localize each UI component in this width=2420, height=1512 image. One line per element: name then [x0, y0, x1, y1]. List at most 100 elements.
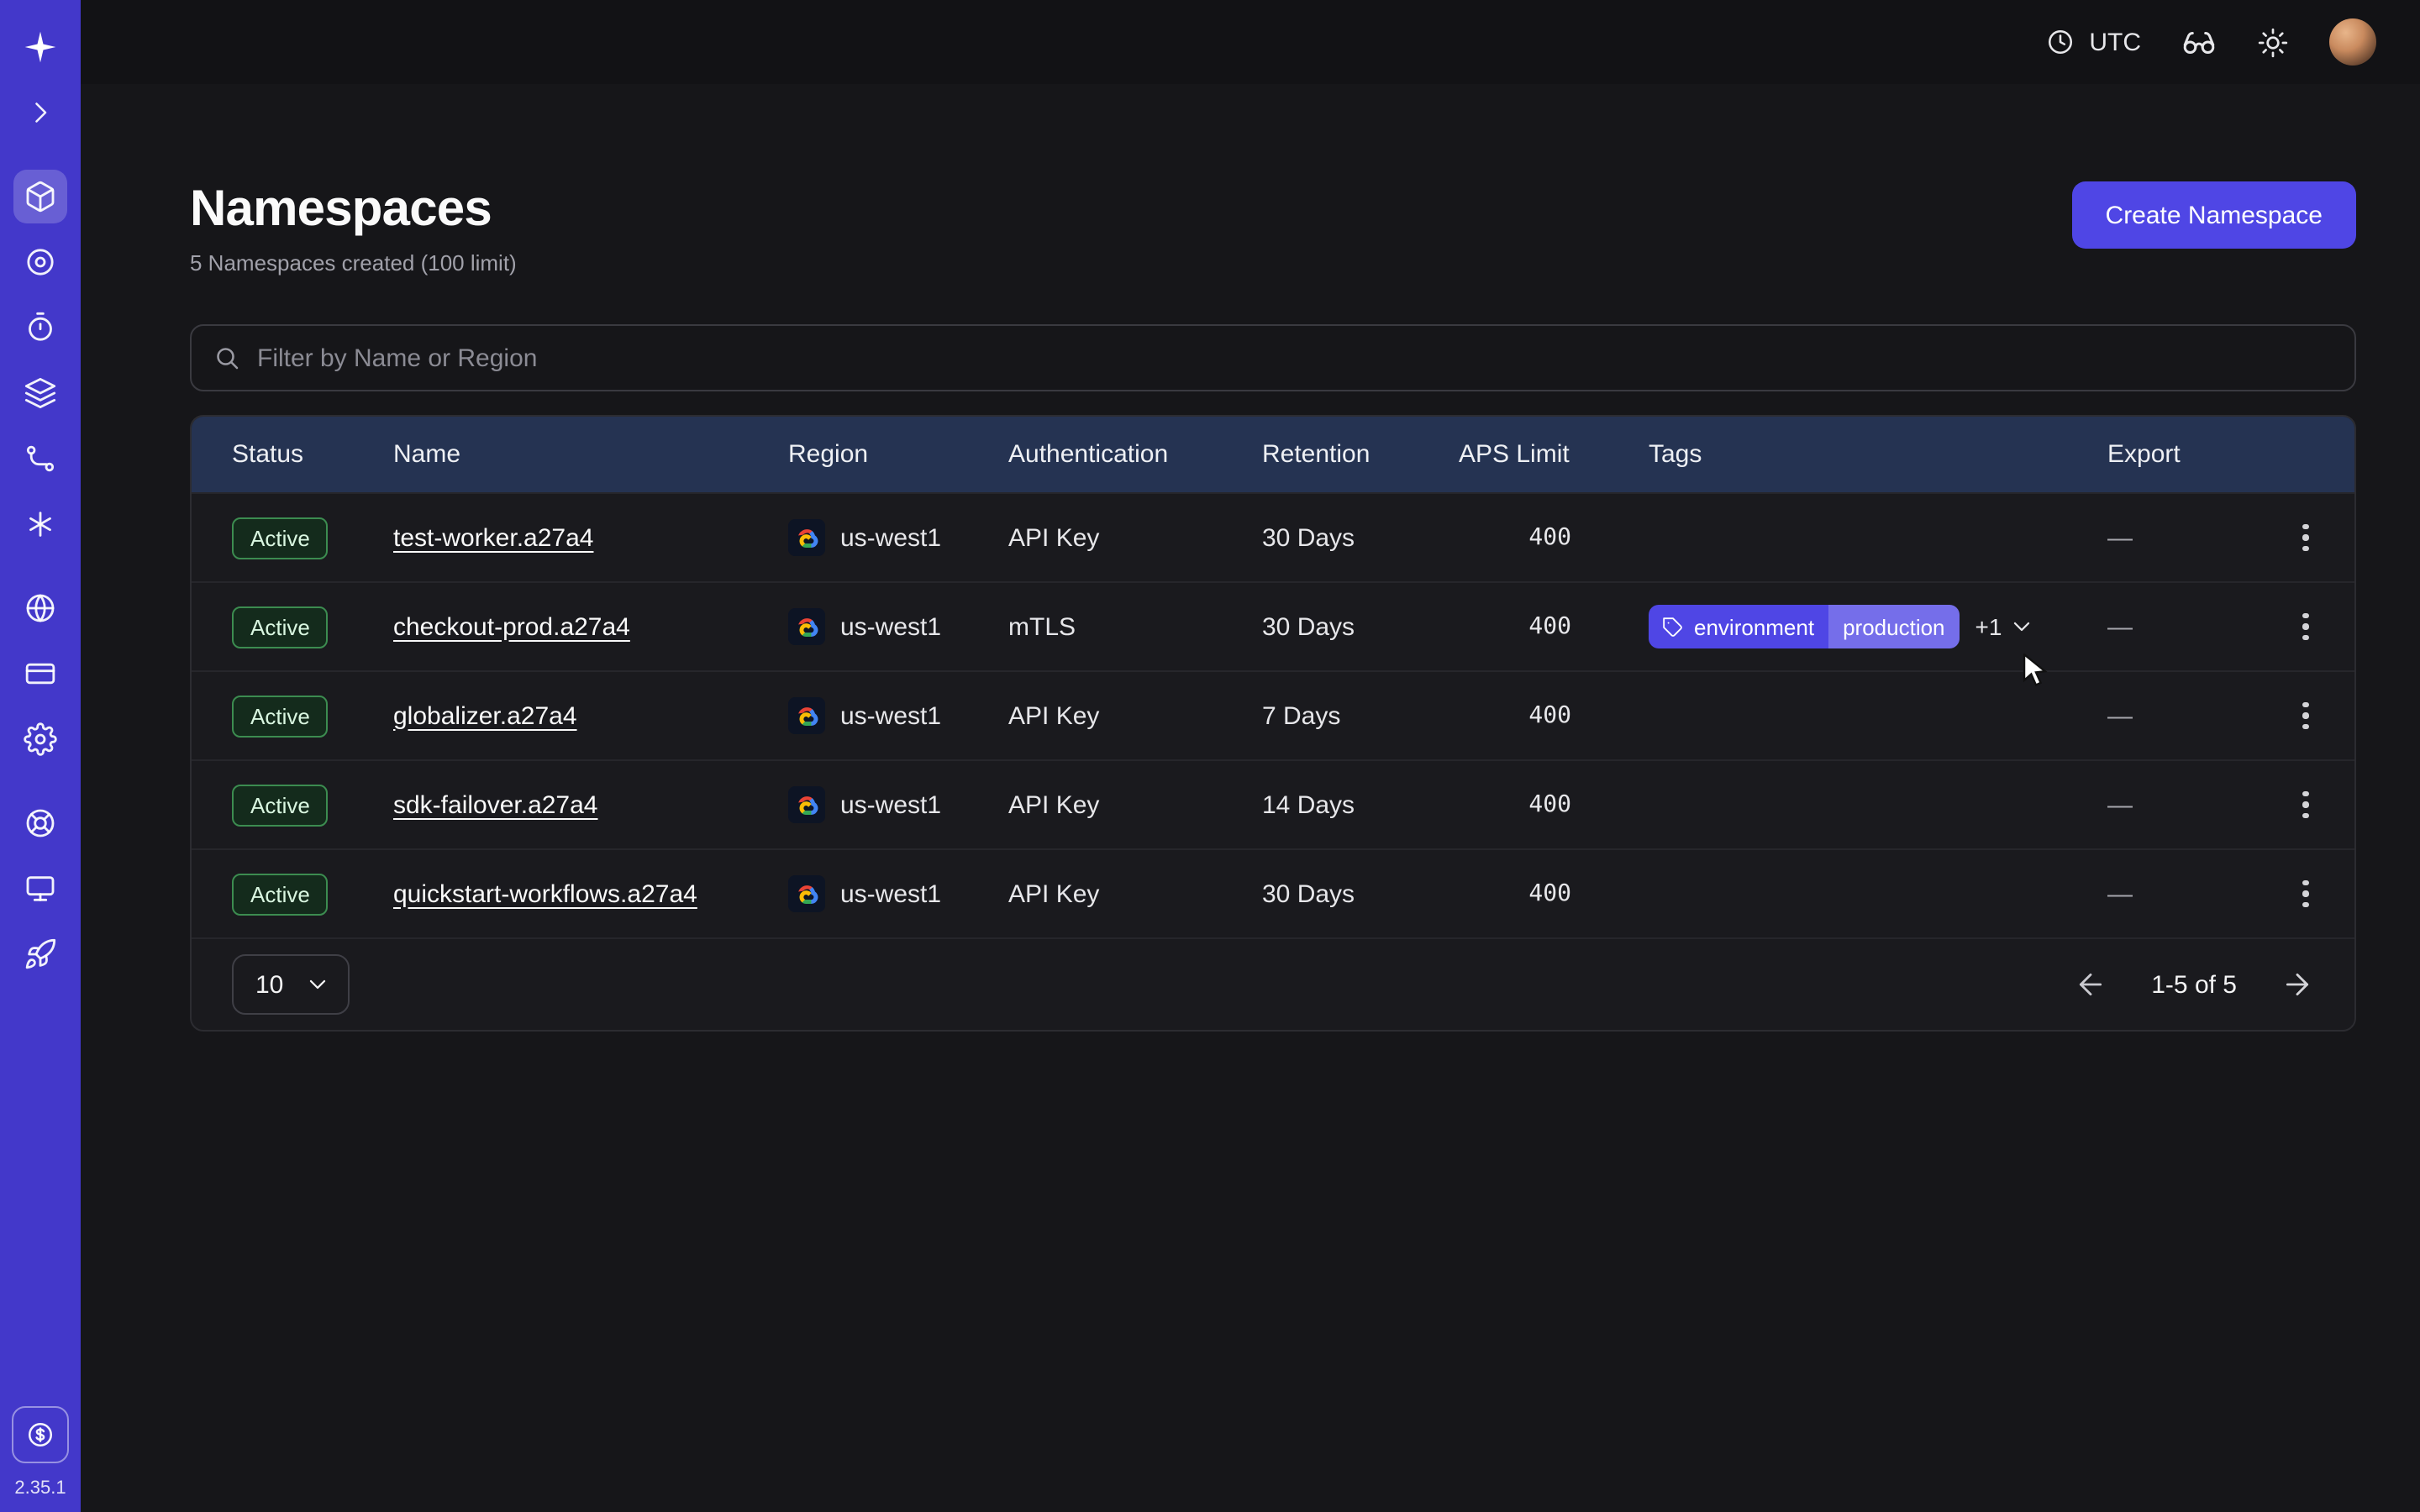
timezone-selector[interactable]: UTC: [2045, 27, 2141, 57]
asterisk-icon: [24, 507, 57, 541]
row-menu-button[interactable]: [2281, 601, 2331, 652]
region-label: us-west1: [840, 790, 941, 819]
glasses-icon: [2181, 24, 2217, 60]
chevron-down-icon: [304, 971, 331, 998]
auth-label: API Key: [1008, 790, 1262, 819]
arrow-right-icon: [2281, 968, 2314, 1001]
retention-label: 14 Days: [1262, 790, 1459, 819]
sidebar-item-nexus[interactable]: [13, 497, 67, 551]
sidebar-item-tutorials[interactable]: [13, 862, 67, 916]
lifebuoy-icon: [24, 806, 57, 840]
main-content: Namespaces 5 Namespaces created (100 lim…: [81, 84, 2420, 1512]
tag-value: production: [1828, 605, 1960, 648]
aps-limit-value: 400: [1459, 613, 1649, 640]
region-label: us-west1: [840, 523, 941, 552]
monitor-icon: [24, 872, 57, 906]
table-header-row: Status Name Region Authentication Retent…: [192, 417, 2354, 492]
sidebar-item-monitoring[interactable]: [13, 235, 67, 289]
status-badge: Active: [232, 873, 329, 915]
sidebar-item-support[interactable]: [13, 796, 67, 850]
namespace-link[interactable]: quickstart-workflows.a27a4: [393, 879, 697, 908]
more-tags-count: +1: [1975, 613, 2002, 640]
status-badge: Active: [232, 606, 329, 648]
more-tags-button[interactable]: +1: [1975, 613, 2036, 640]
column-header-name: Name: [393, 440, 788, 469]
auth-label: API Key: [1008, 879, 1262, 908]
credit-card-icon: [24, 657, 57, 690]
tags-cell: environment production +1: [1649, 605, 2107, 648]
sidebar-item-namespaces[interactable]: [13, 170, 67, 223]
table-row: Active checkout-prod.a27a4 us-west1 mTLS…: [192, 581, 2354, 670]
tag-icon: [1662, 616, 1684, 638]
export-value: —: [2107, 701, 2252, 730]
export-value: —: [2107, 612, 2252, 641]
retention-label: 30 Days: [1262, 612, 1459, 641]
sidebar-item-quickstart[interactable]: [13, 927, 67, 981]
column-header-region: Region: [788, 440, 1008, 469]
namespace-link[interactable]: sdk-failover.a27a4: [393, 790, 598, 819]
namespace-link[interactable]: checkout-prod.a27a4: [393, 612, 630, 641]
column-header-authentication: Authentication: [1008, 440, 1262, 469]
retention-label: 30 Days: [1262, 523, 1459, 552]
auth-label: mTLS: [1008, 612, 1262, 641]
row-menu-button[interactable]: [2281, 780, 2331, 830]
create-namespace-button[interactable]: Create Namespace: [2072, 181, 2356, 249]
column-header-retention: Retention: [1262, 440, 1459, 469]
table-row: Active globalizer.a27a4 us-west1 API Key…: [192, 670, 2354, 759]
table-row: Active quickstart-workflows.a27a4 us-wes…: [192, 848, 2354, 937]
gcp-cloud-icon: [788, 608, 825, 645]
user-avatar[interactable]: [2329, 18, 2376, 66]
page-title: Namespaces: [190, 181, 517, 239]
disc-icon: [24, 245, 57, 279]
aps-limit-value: 400: [1459, 702, 1649, 729]
auth-label: API Key: [1008, 701, 1262, 730]
column-header-export: Export: [2107, 440, 2252, 469]
row-menu-button[interactable]: [2281, 690, 2331, 741]
retention-label: 7 Days: [1262, 701, 1459, 730]
sidebar-item-settings[interactable]: [13, 712, 67, 766]
sidebar-expand-chevron-icon[interactable]: [13, 86, 67, 139]
search-icon: [212, 343, 242, 373]
row-menu-button[interactable]: [2281, 512, 2331, 563]
rocket-icon: [24, 937, 57, 971]
previous-page-button[interactable]: [2074, 968, 2107, 1001]
status-badge: Active: [232, 784, 329, 826]
page-size-select[interactable]: 10: [232, 954, 350, 1015]
clock-icon: [2045, 27, 2075, 57]
filter-bar: [190, 324, 2356, 391]
pagination-range: 1-5 of 5: [2151, 970, 2237, 999]
namespace-link[interactable]: test-worker.a27a4: [393, 523, 593, 552]
namespace-link[interactable]: globalizer.a27a4: [393, 701, 577, 730]
export-value: —: [2107, 879, 2252, 908]
pagination: 1-5 of 5: [2074, 968, 2314, 1001]
sidebar-item-deployments[interactable]: [13, 366, 67, 420]
column-header-tags: Tags: [1649, 440, 2107, 469]
filter-input[interactable]: [257, 344, 2334, 372]
sidebar-item-workflows[interactable]: [13, 432, 67, 486]
cube-icon: [24, 180, 57, 213]
sidebar-item-billing[interactable]: [13, 647, 67, 701]
next-page-button[interactable]: [2281, 968, 2314, 1001]
sun-icon: [2257, 26, 2289, 58]
chevron-down-icon: [2008, 613, 2035, 640]
row-menu-button[interactable]: [2281, 869, 2331, 919]
branch-icon: [24, 442, 57, 475]
timezone-label: UTC: [2089, 28, 2141, 56]
labs-mode-button[interactable]: [2181, 24, 2217, 60]
sidebar-item-schedules[interactable]: [13, 301, 67, 354]
app-logo[interactable]: [13, 20, 67, 74]
tag-pill[interactable]: environment production: [1649, 605, 1960, 648]
sidebar-item-regions[interactable]: [13, 581, 67, 635]
page-header: Namespaces 5 Namespaces created (100 lim…: [190, 181, 2356, 276]
table-row: Active test-worker.a27a4 us-west1 API Ke…: [192, 492, 2354, 581]
region-label: us-west1: [840, 701, 941, 730]
gcp-cloud-icon: [788, 875, 825, 912]
table-row: Active sdk-failover.a27a4 us-west1 API K…: [192, 759, 2354, 848]
gcp-cloud-icon: [788, 786, 825, 823]
usage-button[interactable]: [12, 1406, 69, 1463]
namespace-count-subtitle: 5 Namespaces created (100 limit): [190, 250, 517, 276]
aps-limit-value: 400: [1459, 524, 1649, 551]
theme-toggle-button[interactable]: [2257, 26, 2289, 58]
gear-icon: [24, 722, 57, 756]
topbar: UTC: [81, 0, 2420, 84]
